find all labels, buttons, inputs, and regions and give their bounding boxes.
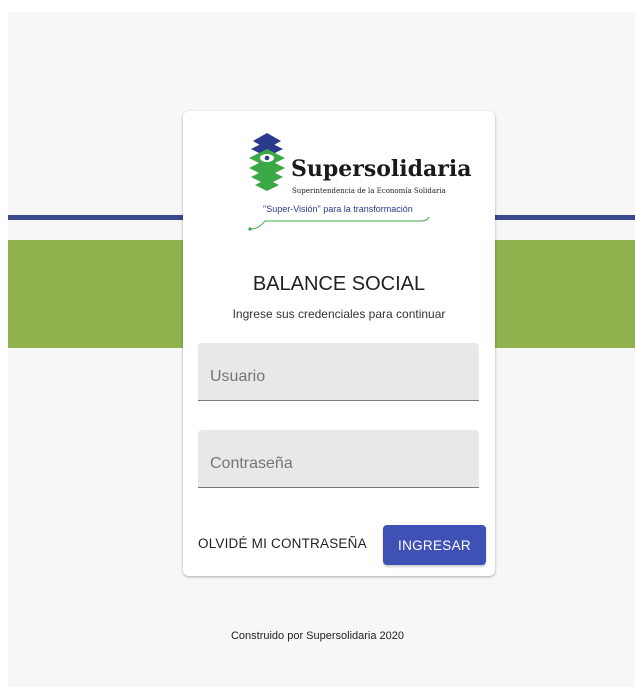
password-input[interactable] <box>198 430 479 487</box>
login-submit-button[interactable]: INGRESAR <box>383 525 486 565</box>
logo-mark-icon <box>249 133 285 191</box>
page-title: BALANCE SOCIAL <box>252 273 426 295</box>
password-field <box>198 430 479 488</box>
brand-name: Supersolidaria <box>291 156 472 182</box>
forgot-password-button[interactable]: OLVIDÉ MI CONTRASEÑA <box>198 536 367 551</box>
brand-subtitle: Superintendencia de la Economía Solidari… <box>292 187 446 195</box>
footer-text: Construido por Supersolidaria 2020 <box>230 630 405 642</box>
page-subtitle: Ingrese sus credenciales para continuar <box>232 307 446 321</box>
username-field <box>198 343 479 401</box>
username-input[interactable] <box>198 343 479 400</box>
login-card: Supersolidaria Superintendencia de la Ec… <box>183 111 495 576</box>
tagline-swoosh-icon <box>248 216 430 231</box>
supersolidaria-logo: Supersolidaria Superintendencia de la Ec… <box>245 131 471 231</box>
